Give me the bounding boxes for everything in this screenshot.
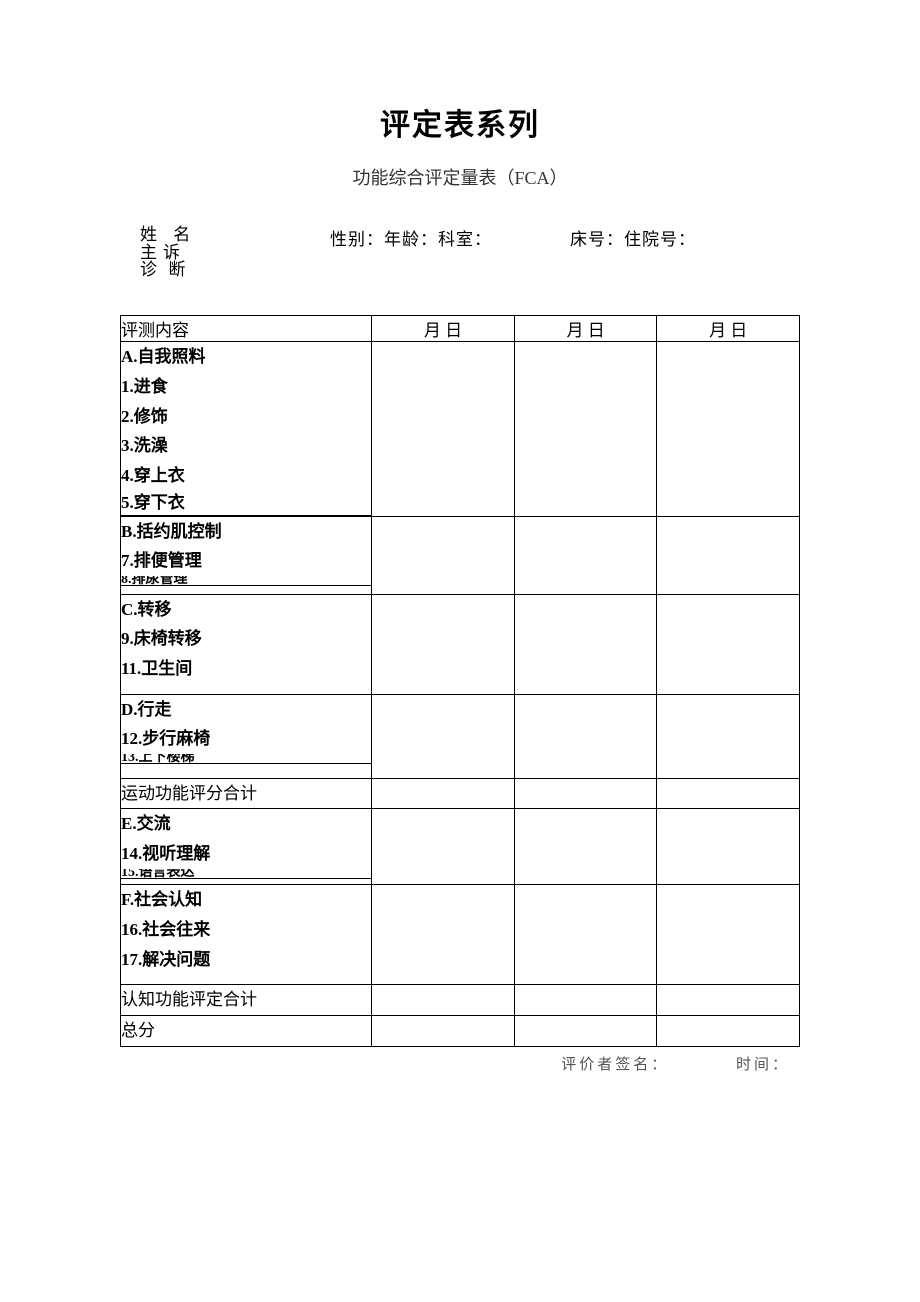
group-f-date2[interactable]	[514, 885, 657, 985]
group-c-date3[interactable]	[657, 594, 800, 694]
group-c-title: C.转移	[121, 595, 371, 625]
dept-label: 科室：	[438, 230, 492, 249]
item-12: 12.步行麻椅	[121, 724, 371, 754]
group-f-title: F.社会认知	[121, 885, 371, 915]
group-c-date2[interactable]	[514, 594, 657, 694]
group-a-date3[interactable]	[657, 342, 800, 517]
group-e-title: E.交流	[121, 809, 371, 839]
header-date1-cell: 月 日	[372, 316, 515, 342]
info-left-labels: 姓 名 主诉 诊 断	[140, 225, 196, 278]
name-label: 姓 名	[140, 225, 196, 245]
info-mid-labels: 性别：年龄：科室：	[330, 225, 492, 250]
group-e-date2[interactable]	[514, 809, 657, 885]
motor-total-date2[interactable]	[514, 778, 657, 809]
group-a-content: A.自我照料 1.进食 2.修饰 3.洗澡 4.穿上衣 5.穿下衣	[121, 342, 372, 517]
item-4: 4.穿上衣	[121, 461, 371, 491]
item-14: 14.视听理解	[121, 839, 371, 869]
item-1: 1.进食	[121, 372, 371, 402]
motor-total-label: 运动功能评分合计	[121, 778, 372, 809]
group-e-date3[interactable]	[657, 809, 800, 885]
group-b-content: B.括约肌控制 7.排便管理 8.排尿管理	[121, 516, 372, 594]
info-right-labels: 床号：住院号：	[570, 225, 696, 250]
group-f-content: F.社会认知 16.社会往来 17.解决问题	[121, 885, 372, 985]
group-a-date2[interactable]	[514, 342, 657, 517]
gender-label: 性别：	[330, 230, 384, 249]
group-a-date1[interactable]	[372, 342, 515, 517]
group-b-date3[interactable]	[657, 516, 800, 594]
group-a-row: A.自我照料 1.进食 2.修饰 3.洗澡 4.穿上衣 5.穿下衣	[121, 342, 800, 517]
grand-total-label: 总分	[121, 1016, 372, 1047]
table-header-row: 评测内容 月 日 月 日 月 日	[121, 316, 800, 342]
item-13-cut: 13.上下楼梯	[121, 754, 371, 764]
assessment-table: 评测内容 月 日 月 日 月 日 A.自我照料 1.进食 2.修饰 3.洗澡 4…	[120, 315, 800, 1047]
group-e-row: E.交流 14.视听理解 15.语言表达	[121, 809, 800, 885]
group-c-row: C.转移 9.床椅转移 11.卫生间	[121, 594, 800, 694]
grand-total-date2[interactable]	[514, 1016, 657, 1047]
group-e-content: E.交流 14.视听理解 15.语言表达	[121, 809, 372, 885]
cognitive-total-row: 认知功能评定合计	[121, 985, 800, 1016]
group-d-title: D.行走	[121, 695, 371, 725]
age-label: 年龄：	[384, 230, 438, 249]
footer-block: 评价者签名： 时间：	[120, 1053, 800, 1074]
item-15-cut: 15.语言表达	[121, 869, 371, 879]
group-f-date3[interactable]	[657, 885, 800, 985]
header-date3-cell: 月 日	[657, 316, 800, 342]
admission-label: 住院号：	[624, 230, 696, 249]
group-b-row: B.括约肌控制 7.排便管理 8.排尿管理	[121, 516, 800, 594]
group-f-date1[interactable]	[372, 885, 515, 985]
grand-total-row: 总分	[121, 1016, 800, 1047]
group-f-row: F.社会认知 16.社会往来 17.解决问题	[121, 885, 800, 985]
item-8-cut: 8.排尿管理	[121, 576, 371, 586]
cognitive-total-date1[interactable]	[372, 985, 515, 1016]
group-d-date3[interactable]	[657, 694, 800, 778]
cognitive-total-label: 认知功能评定合计	[121, 985, 372, 1016]
group-d-content: D.行走 12.步行麻椅 13.上下楼梯	[121, 694, 372, 778]
signature-label: 评价者签名：	[561, 1057, 669, 1073]
motor-total-date3[interactable]	[657, 778, 800, 809]
group-c-content: C.转移 9.床椅转移 11.卫生间	[121, 594, 372, 694]
group-b-date1[interactable]	[372, 516, 515, 594]
bed-label: 床号：	[570, 230, 624, 249]
group-b-title: B.括约肌控制	[121, 517, 371, 547]
item-2: 2.修饰	[121, 402, 371, 432]
item-9: 9.床椅转移	[121, 624, 371, 654]
patient-info-block: 姓 名 主诉 诊 断 性别：年龄：科室： 床号：住院号：	[120, 225, 800, 290]
item-3: 3.洗澡	[121, 431, 371, 461]
group-a-title: A.自我照料	[121, 342, 371, 372]
header-date2-cell: 月 日	[514, 316, 657, 342]
group-d-date2[interactable]	[514, 694, 657, 778]
cognitive-total-date2[interactable]	[514, 985, 657, 1016]
page-subtitle: 功能综合评定量表（FCA）	[120, 164, 800, 190]
motor-total-date1[interactable]	[372, 778, 515, 809]
item-5: 5.穿下衣	[121, 491, 371, 516]
diagnosis-label: 诊 断	[140, 262, 196, 278]
time-label: 时间：	[736, 1057, 790, 1073]
cognitive-total-date3[interactable]	[657, 985, 800, 1016]
motor-total-row: 运动功能评分合计	[121, 778, 800, 809]
group-d-date1[interactable]	[372, 694, 515, 778]
grand-total-date3[interactable]	[657, 1016, 800, 1047]
group-e-date1[interactable]	[372, 809, 515, 885]
grand-total-date1[interactable]	[372, 1016, 515, 1047]
item-16: 16.社会往来	[121, 915, 371, 945]
group-c-date1[interactable]	[372, 594, 515, 694]
page-container: 评定表系列 功能综合评定量表（FCA） 姓 名 主诉 诊 断 性别：年龄：科室：…	[0, 0, 920, 1124]
item-17: 17.解决问题	[121, 945, 371, 975]
item-7: 7.排便管理	[121, 546, 371, 576]
header-content-cell: 评测内容	[121, 316, 372, 342]
group-b-date2[interactable]	[514, 516, 657, 594]
page-title: 评定表系列	[120, 100, 800, 144]
item-11: 11.卫生间	[121, 654, 371, 684]
group-d-row: D.行走 12.步行麻椅 13.上下楼梯	[121, 694, 800, 778]
